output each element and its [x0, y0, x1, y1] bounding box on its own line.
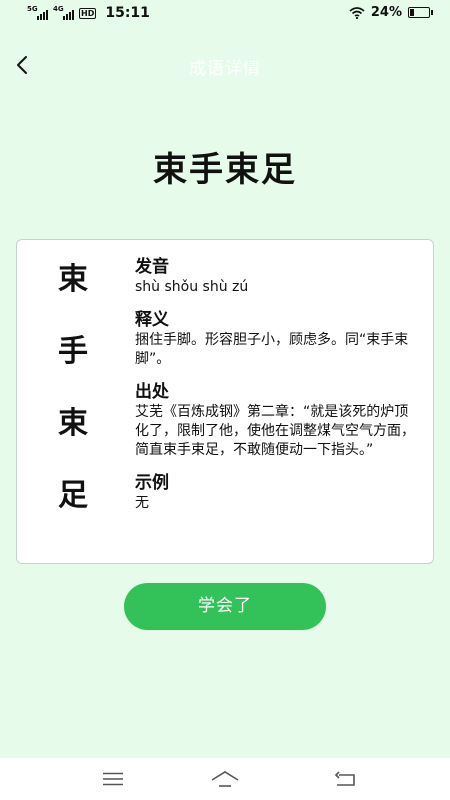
hd-voice-icon: HD: [79, 7, 97, 19]
learned-button[interactable]: 学会了: [124, 583, 326, 630]
example-section: 示例 无: [135, 472, 419, 513]
signal-4g-icon: 4G: [53, 5, 74, 20]
signal-5g-icon: 5G: [27, 5, 48, 20]
meaning-label: 释义: [135, 310, 169, 330]
idiom-char-1: 束: [58, 262, 88, 297]
status-left: 5G 4G HD 15:11: [27, 5, 150, 21]
idiom-char-2: 手: [58, 334, 88, 369]
idiom-char-3: 束: [58, 406, 88, 441]
example-value: 无: [135, 495, 149, 511]
signal-5g-label: 5G: [27, 5, 38, 13]
status-right: 24%: [349, 5, 433, 20]
status-bar: 5G 4G HD 15:11 24%: [0, 0, 450, 28]
home-icon: [211, 771, 239, 787]
meaning-section: 释义 捆住手脚。形容胆子小，顾虑多。同“束手束脚”。: [135, 309, 419, 369]
idiom-info: 发音 shù shǒu shù zú 释义 捆住手脚。形容胆子小，顾虑多。同“束…: [135, 256, 419, 525]
app-screen: 5G 4G HD 15:11 24% 成语详情 束手束足 束 手 束 足 发音 …: [0, 0, 450, 758]
nav-home-button[interactable]: [210, 766, 240, 792]
idiom-vertical-chars: 束 手 束 足: [55, 262, 91, 550]
idiom-char-4: 足: [58, 478, 88, 513]
battery-percent: 24%: [370, 5, 402, 20]
source-value: 艾芜《百炼成钢》第二章：“就是该死的炉顶化了，限制了他，使他在调整煤气空气方面，…: [135, 404, 415, 458]
example-label: 示例: [135, 473, 169, 493]
source-label: 出处: [135, 382, 169, 402]
status-time: 15:11: [105, 5, 150, 21]
pronunciation-value: shù shǒu shù zú: [135, 279, 249, 295]
menu-icon: [103, 772, 123, 786]
signal-4g-label: 4G: [53, 5, 64, 13]
idiom-title: 束手束足: [153, 150, 297, 190]
back-arrow-icon: [334, 771, 355, 786]
meaning-value: 捆住手脚。形容胆子小，顾虑多。同“束手束脚”。: [135, 332, 409, 367]
system-nav-bar: [0, 758, 450, 800]
page-title: 成语详情: [189, 59, 261, 79]
nav-back-button[interactable]: [330, 766, 360, 792]
pronunciation-label: 发音: [135, 257, 169, 277]
nav-menu-button[interactable]: [98, 766, 128, 792]
pronunciation-section: 发音 shù shǒu shù zú: [135, 256, 419, 297]
wifi-icon: [349, 6, 365, 19]
idiom-detail-card: 束 手 束 足 发音 shù shǒu shù zú 释义 捆住手脚。形容胆子小…: [16, 239, 434, 564]
source-section: 出处 艾芜《百炼成钢》第二章：“就是该死的炉顶化了，限制了他，使他在调整煤气空气…: [135, 381, 419, 460]
battery-icon: [408, 7, 433, 18]
